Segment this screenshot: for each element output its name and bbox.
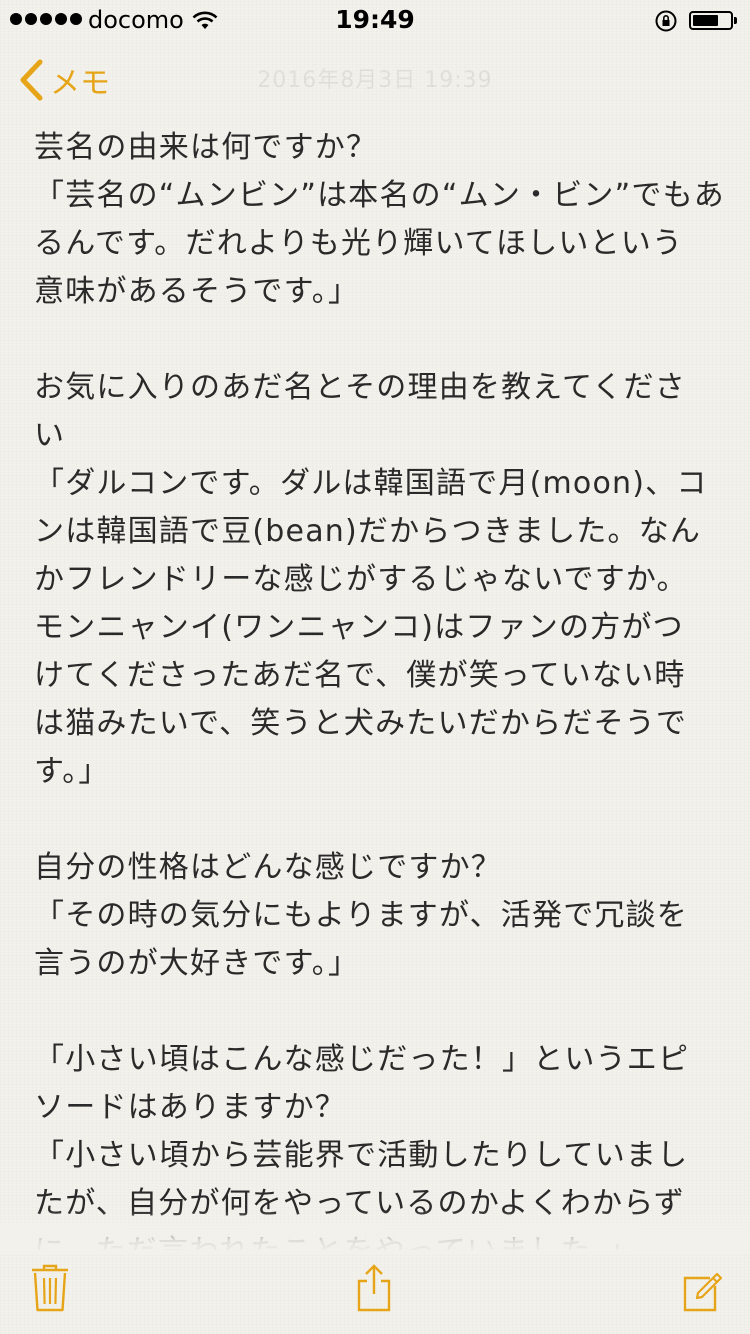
battery-level-fill xyxy=(693,15,718,26)
note-line: 「ダルコンです。ダルは韓国語で月(moon)、コ xyxy=(34,466,708,501)
note-line: 言うのが大好きです。」 xyxy=(34,946,360,981)
note-line: す。」 xyxy=(34,754,110,789)
note-line: 自分の性格はどんな感じですか？ xyxy=(34,850,502,885)
note-line: ンは韓国語で豆(bean)だからつきました。なん xyxy=(34,514,702,549)
share-icon xyxy=(357,1264,391,1312)
note-line: い xyxy=(34,418,66,453)
note-line: かフレンドリーな感じがするじゃないですか。 xyxy=(34,562,688,597)
note-date: 2016年8月3日 19:39 xyxy=(257,68,493,93)
note-paragraph: 自分の性格はどんな感じですか？ 「その時の気分にもよりますが、活発で冗談を 言うのが… xyxy=(34,844,724,988)
note-fade-overlay xyxy=(0,1210,750,1254)
note-line: は猫みたいで、笑うと犬みたいだからだそうで xyxy=(34,706,688,741)
note-line: モンニャンイ(ワンニャンコ)はファンの方がつ xyxy=(34,610,684,645)
note-line: 「芸名の“ムンビン”は本名の“ムン・ビン”でもあ xyxy=(34,178,724,213)
chevron-left-icon xyxy=(20,59,43,101)
bottom-toolbar xyxy=(0,1250,750,1334)
trash-icon xyxy=(32,1264,68,1312)
note-paragraph: お気に入りのあだ名とその理由を教えてください「ダルコンです。ダルは韓国語で月(m… xyxy=(34,364,724,796)
share-button[interactable] xyxy=(356,1264,392,1316)
note-line: 「小さい頃から芸能界で活動したりしていまし xyxy=(34,1138,689,1173)
compose-icon xyxy=(683,1272,723,1312)
note-line: 意味があるそうです。」 xyxy=(34,274,360,309)
note-body[interactable]: 芸名の由来は何ですか？ 「芸名の“ムンビン”は本名の“ムン・ビン”でもあ るんです。… xyxy=(34,124,724,1250)
note-line: 「小さい頃はこんな感じだった！」というエピ xyxy=(34,1042,690,1077)
note-line: 芸名の由来は何ですか？ xyxy=(34,130,378,165)
note-line: ソードはありますか？ xyxy=(34,1090,346,1125)
status-bar: docomo 19:49 xyxy=(0,0,750,40)
delete-button[interactable] xyxy=(30,1264,70,1316)
battery-icon xyxy=(689,11,737,30)
note-line: るんです。だれよりも光り輝いてほしいという xyxy=(34,226,684,261)
note-line: 「その時の気分にもよりますが、活発で冗談を xyxy=(34,898,688,933)
back-button[interactable]: メモ xyxy=(18,58,110,102)
compose-button[interactable] xyxy=(682,1270,723,1316)
status-time: 19:49 xyxy=(335,5,415,34)
orientation-lock-icon xyxy=(654,9,678,39)
note-line: けてくださったあだ名で、僕が笑っていない時 xyxy=(34,658,686,693)
back-button-label: メモ xyxy=(50,66,110,101)
navigation-bar: 2016年8月3日 19:39 メモ xyxy=(0,40,750,124)
note-paragraph: 芸名の由来は何ですか？ 「芸名の“ムンビン”は本名の“ムン・ビン”でもあ るんです。… xyxy=(34,124,724,316)
note-line: お気に入りのあだ名とその理由を教えてくださ xyxy=(34,370,686,405)
